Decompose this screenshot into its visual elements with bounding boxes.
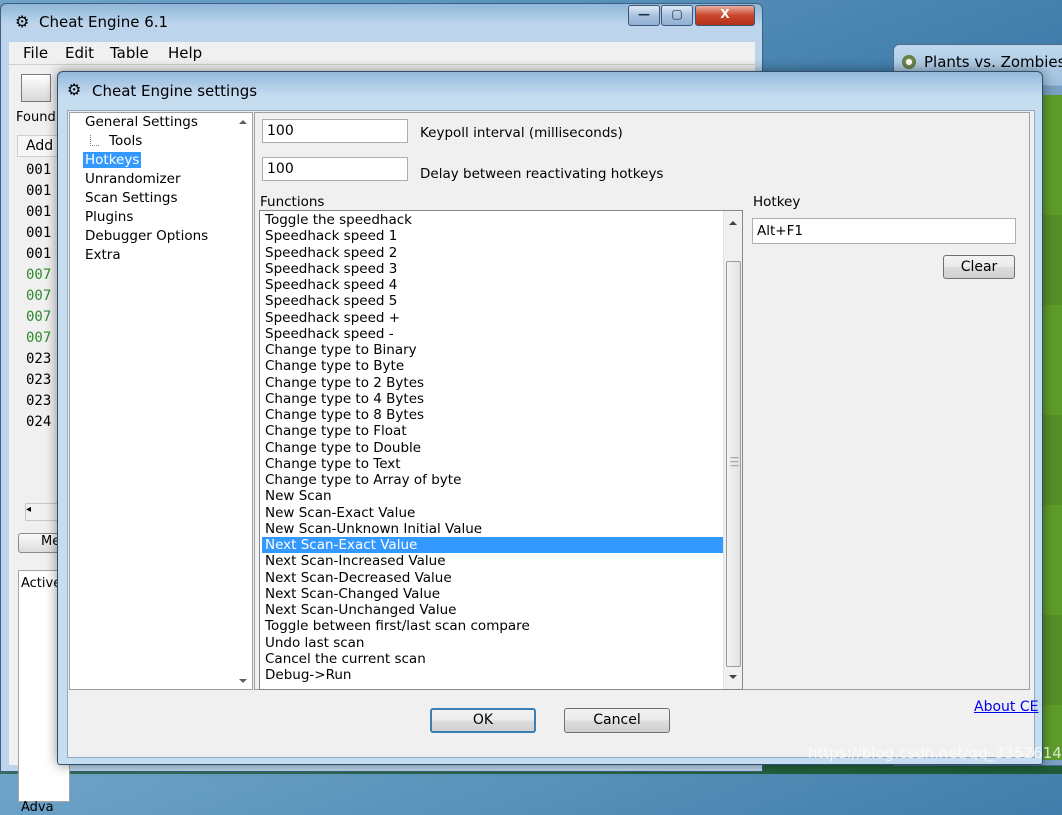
tree-scrollbar[interactable] — [235, 113, 251, 689]
function-list-item[interactable]: Change type to Text — [262, 456, 725, 472]
function-list-item[interactable]: New Scan — [262, 488, 725, 504]
address-row[interactable]: 001 — [26, 183, 51, 199]
keypoll-interval-input[interactable]: 100 — [262, 119, 408, 143]
function-list-item[interactable]: Next Scan-Changed Value — [262, 586, 725, 602]
function-list-item[interactable]: Change type to Double — [262, 440, 725, 456]
function-list-item[interactable]: Change type to Byte — [262, 358, 725, 374]
address-row[interactable]: 007 — [26, 288, 51, 304]
functions-label: Functions — [260, 194, 325, 210]
scroll-up-icon[interactable] — [729, 221, 737, 225]
hotkey-delay-label: Delay between reactivating hotkeys — [420, 166, 664, 182]
functions-list[interactable]: Toggle the speedhack Speedhack speed 1 Spe… — [259, 210, 743, 690]
hotkeys-panel: 100 Keypoll interval (milliseconds) 100 … — [254, 112, 1030, 690]
active-column-header: Active — [21, 576, 62, 591]
menu-help[interactable]: Help — [168, 44, 202, 62]
grip-icon: — — — — [730, 453, 739, 471]
minimize-button[interactable]: — — [628, 5, 660, 26]
tree-item-unrandomizer[interactable]: Unrandomizer — [83, 171, 183, 187]
function-list-item[interactable]: New Scan-Unknown Initial Value — [262, 521, 725, 537]
scroll-up-icon[interactable] — [239, 120, 247, 124]
ce-main-title: Cheat Engine 6.1 — [39, 13, 169, 31]
function-list-item[interactable]: Speedhack speed 4 — [262, 277, 725, 293]
function-list-item[interactable]: Toggle between first/last scan compare — [262, 618, 725, 634]
menu-file[interactable]: File — [23, 44, 48, 62]
settings-tree: General Settings Tools Hotkeys Unrandomizer… — [69, 112, 253, 690]
menu-edit[interactable]: Edit — [65, 44, 94, 62]
ok-button[interactable]: OK — [430, 708, 536, 733]
address-row[interactable]: 001 — [26, 162, 51, 178]
tree-item-extra[interactable]: Extra — [83, 247, 123, 263]
desktop: { "background_windows": { "pvz": { "titl… — [0, 0, 1062, 815]
hotkey-input[interactable]: Alt+F1 — [752, 218, 1016, 244]
dialog-client-area: General Settings Tools Hotkeys Unrandomizer… — [67, 110, 1035, 758]
pvz-window-title: Plants vs. Zombies — [924, 53, 1062, 71]
tree-item-general-settings[interactable]: General Settings — [83, 114, 200, 130]
function-list-item[interactable]: Speedhack speed 5 — [262, 293, 725, 309]
function-list-item[interactable]: Change type to 4 Bytes — [262, 391, 725, 407]
function-list-item[interactable]: Next Scan-Increased Value — [262, 553, 725, 569]
function-list-item[interactable]: Undo last scan — [262, 635, 725, 651]
address-row[interactable]: 007 — [26, 267, 51, 283]
tree-connector — [90, 135, 99, 146]
address-row[interactable]: 001 — [26, 225, 51, 241]
address-row[interactable]: 001 — [26, 246, 51, 262]
address-row[interactable]: 001 — [26, 204, 51, 220]
function-list-item[interactable]: New Scan-Exact Value — [262, 505, 725, 521]
address-row[interactable]: 007 — [26, 330, 51, 346]
scroll-down-icon[interactable] — [729, 675, 737, 679]
maximize-button[interactable]: ▢ — [661, 5, 693, 26]
cheat-engine-icon: ⚙ — [67, 80, 82, 99]
function-list-item[interactable]: Change type to Array of byte — [262, 472, 725, 488]
tree-item-scan-settings[interactable]: Scan Settings — [83, 190, 179, 206]
scrollbar-thumb[interactable]: — — — — [726, 261, 741, 667]
function-list-item[interactable]: Next Scan-Decreased Value — [262, 570, 725, 586]
function-list-item[interactable]: Change type to Float — [262, 423, 725, 439]
function-list-item[interactable]: Change type to 2 Bytes — [262, 375, 725, 391]
tree-item-debugger-options[interactable]: Debugger Options — [83, 228, 210, 244]
menu-table[interactable]: Table — [110, 44, 149, 62]
functions-scrollbar[interactable]: — — — — [723, 211, 742, 689]
tree-item-plugins[interactable]: Plugins — [83, 209, 135, 225]
address-row[interactable]: 024 — [26, 414, 51, 430]
function-list-item[interactable]: Speedhack speed 1 — [262, 228, 725, 244]
function-list-item[interactable]: Speedhack speed - — [262, 326, 725, 342]
address-row[interactable]: 023 — [26, 372, 51, 388]
cheat-engine-icon: ⚙ — [15, 12, 30, 31]
about-ce-link[interactable]: About CE — [974, 699, 1038, 715]
function-list-item[interactable]: Cancel the current scan — [262, 651, 725, 667]
tree-item-tools[interactable]: Tools — [107, 133, 144, 149]
function-list-item[interactable]: Toggle the speedhack — [262, 212, 725, 228]
clear-button[interactable]: Clear — [943, 255, 1015, 279]
address-row[interactable]: 023 — [26, 393, 51, 409]
dialog-title: Cheat Engine settings — [92, 82, 258, 100]
function-list-item[interactable]: Debug->Run — [262, 667, 725, 683]
hotkey-label: Hotkey — [753, 194, 801, 210]
function-list-item[interactable]: Change type to Binary — [262, 342, 725, 358]
function-list-item[interactable]: Speedhack speed + — [262, 310, 725, 326]
pvz-app-icon — [902, 55, 916, 69]
address-row[interactable]: 023 — [26, 351, 51, 367]
function-list-item[interactable]: Next Scan-Unchanged Value — [262, 602, 725, 618]
open-process-button[interactable] — [21, 74, 51, 102]
function-list-item[interactable]: Change type to 8 Bytes — [262, 407, 725, 423]
close-button[interactable]: X — [695, 5, 755, 26]
address-row[interactable]: 007 — [26, 309, 51, 325]
function-list-item[interactable]: Speedhack speed 2 — [262, 245, 725, 261]
settings-dialog: ⚙ Cheat Engine settings General Settings… — [57, 71, 1043, 765]
hotkey-delay-input[interactable]: 100 — [262, 157, 408, 181]
advanced-options-label[interactable]: Adva — [21, 800, 54, 815]
found-label: Found: — [16, 110, 61, 125]
watermark: https://blog.csdn.net/qq_33526144 — [808, 744, 1062, 762]
keypoll-interval-label: Keypoll interval (milliseconds) — [420, 125, 623, 141]
scroll-down-icon[interactable] — [239, 679, 247, 683]
cancel-button[interactable]: Cancel — [564, 708, 670, 733]
function-list-item[interactable]: Speedhack speed 3 — [262, 261, 725, 277]
menu-bar: File Edit Table Help — [9, 42, 755, 65]
tree-item-hotkeys[interactable]: Hotkeys — [83, 152, 142, 168]
function-list-item[interactable]: Next Scan-Exact Value — [262, 537, 725, 553]
